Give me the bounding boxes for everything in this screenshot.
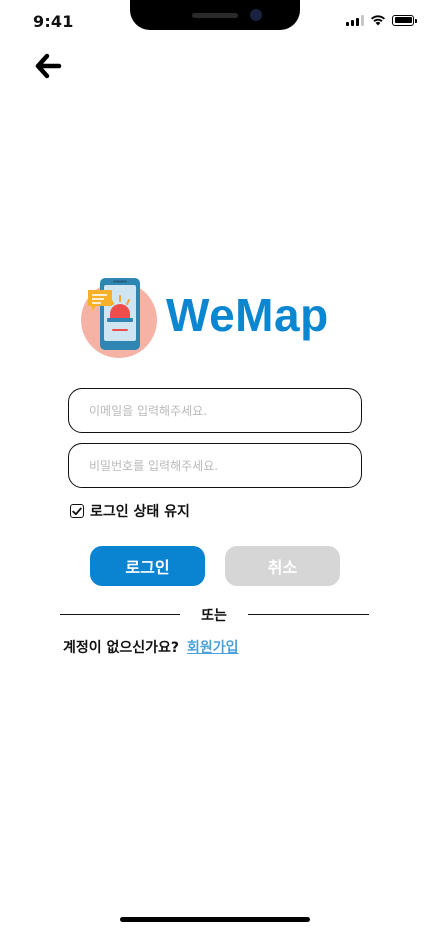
checkbox-checked-icon: [70, 504, 84, 518]
app-logo: WeMap: [80, 276, 340, 360]
cellular-signal-icon: [346, 14, 364, 26]
logo-text: WeMap: [166, 289, 329, 341]
status-time: 9:41: [33, 12, 74, 31]
signup-link[interactable]: 회원가입: [187, 637, 239, 657]
divider-line-left: [60, 614, 180, 616]
status-icons: [346, 14, 417, 26]
home-indicator: [120, 917, 310, 922]
password-input[interactable]: [68, 443, 362, 488]
signup-row: 계정이 없으신가요? 회원가입: [63, 637, 239, 657]
remember-login-checkbox[interactable]: 로그인 상태 유지: [70, 501, 190, 521]
notch-speaker: [192, 13, 238, 18]
email-input[interactable]: [68, 388, 362, 433]
divider-line-right: [248, 614, 369, 616]
divider-text: 또는: [201, 608, 227, 624]
login-button[interactable]: 로그인: [90, 546, 205, 586]
battery-icon: [392, 14, 417, 26]
status-bar: 9:41: [0, 0, 430, 44]
back-button[interactable]: [32, 50, 64, 82]
notch-camera: [250, 9, 262, 21]
device-notch: [130, 0, 300, 30]
remember-login-label: 로그인 상태 유지: [90, 504, 190, 520]
arrow-left-icon: [35, 53, 62, 79]
cancel-button[interactable]: 취소: [225, 546, 340, 586]
phone-siren-icon: [81, 278, 157, 358]
wifi-icon: [371, 15, 385, 26]
signup-prompt: 계정이 없으신가요?: [63, 640, 180, 656]
